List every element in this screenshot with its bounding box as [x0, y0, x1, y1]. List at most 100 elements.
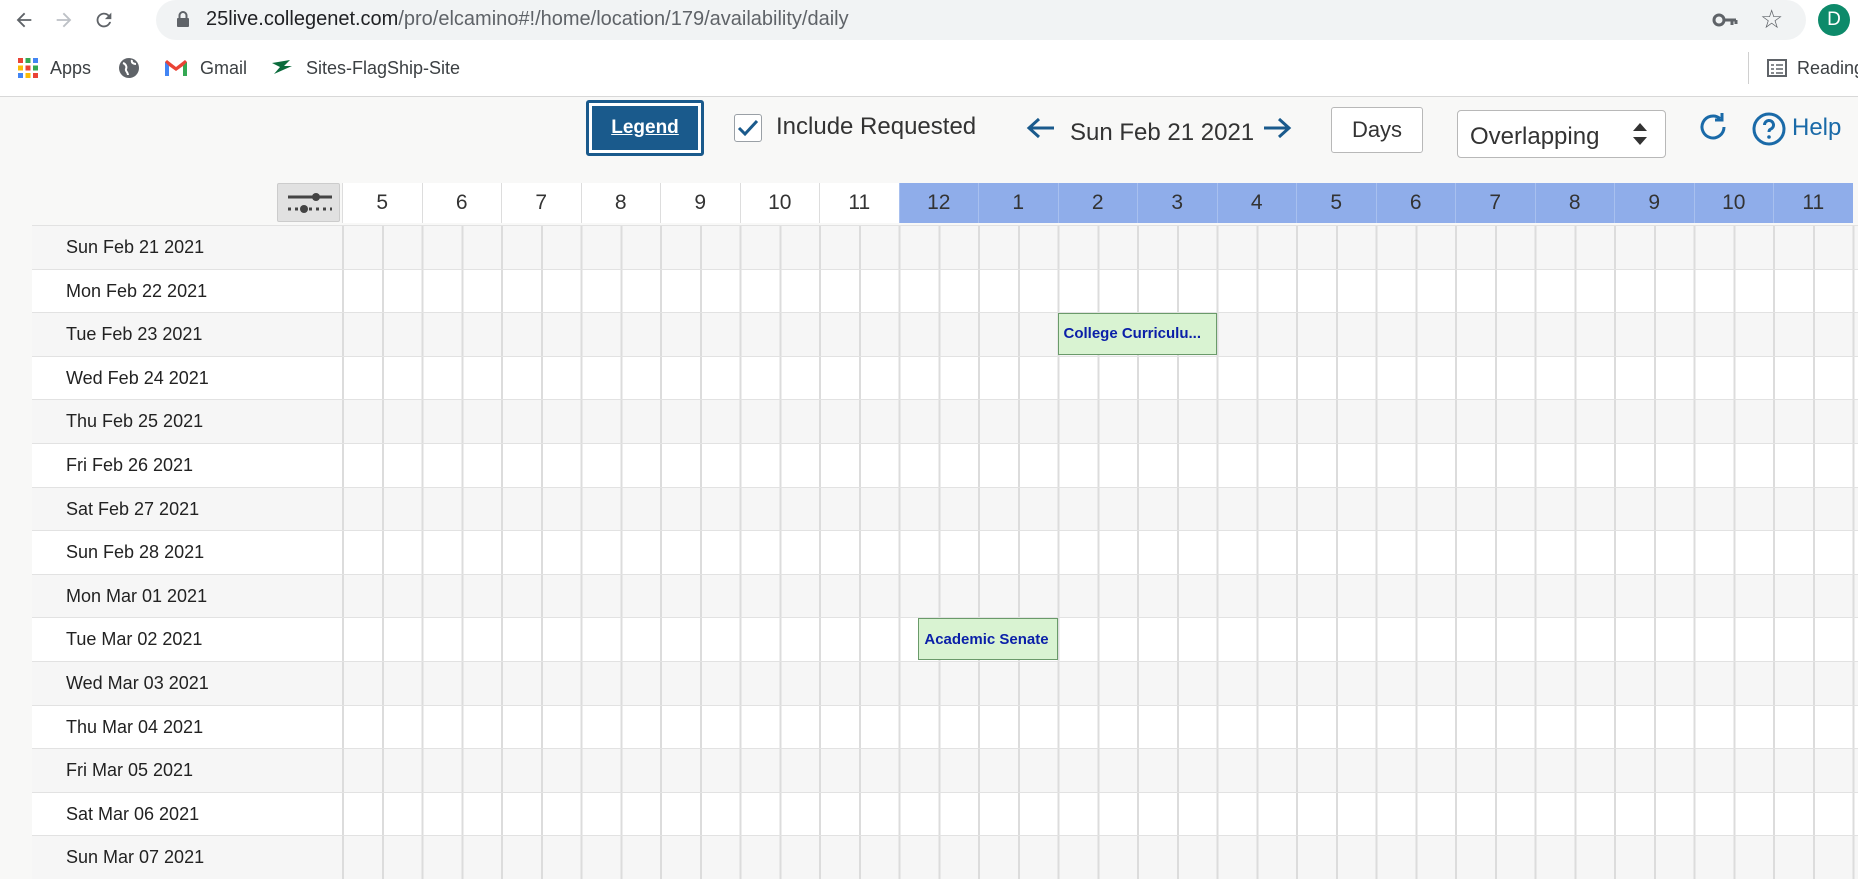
hour-header-cell: 9 [660, 183, 740, 223]
hour-header: 5 6 7 8 9 10 11 12 1 2 3 4 5 6 7 8 9 10 11 [342, 183, 1853, 223]
day-row[interactable]: Sun Feb 21 2021 [32, 225, 1858, 269]
time-slots[interactable] [342, 487, 1858, 531]
time-slots[interactable] [342, 356, 1858, 400]
hour-header-cell: 10 [739, 183, 819, 223]
day-row-label: Wed Mar 03 2021 [66, 672, 209, 693]
day-row-label: Fri Feb 26 2021 [66, 454, 194, 475]
day-row[interactable]: Wed Feb 24 2021 [32, 355, 1858, 400]
globe-icon [118, 57, 140, 79]
key-icon[interactable] [1712, 8, 1738, 37]
help-circle-icon[interactable] [1752, 112, 1786, 151]
bookmark-gmail[interactable]: Gmail [164, 56, 247, 80]
hour-header-cell: 7 [501, 183, 581, 223]
hour-header-cell: 7 [1455, 183, 1535, 223]
time-slots[interactable] [342, 531, 1858, 574]
day-row[interactable]: Fri Feb 26 2021 [32, 442, 1858, 487]
refresh-icon[interactable] [1696, 110, 1730, 149]
url-text[interactable]: 25live.collegenet.com/pro/elcamino#!/hom… [206, 8, 849, 31]
time-slots[interactable] [342, 618, 1858, 661]
time-slots[interactable] [342, 226, 1858, 269]
time-slots[interactable] [342, 836, 1858, 879]
hour-header-cell: 8 [580, 183, 660, 223]
hour-header-cell: 11 [1773, 183, 1853, 223]
prev-date-arrow-icon[interactable] [1026, 116, 1056, 145]
current-date: Sun Feb 21 2021 [1070, 119, 1255, 146]
include-requested-label[interactable]: Include Requested [776, 113, 976, 141]
next-date-arrow-icon[interactable] [1262, 116, 1292, 145]
time-slots[interactable] [342, 574, 1858, 618]
hour-header-cell: 6 [421, 183, 501, 223]
day-row-label: Sun Feb 21 2021 [66, 237, 205, 257]
day-rows: Sun Feb 21 2021 Mon Feb 22 2021 Tue Feb 23… [32, 225, 1858, 879]
day-row[interactable]: Wed Mar 03 2021 [32, 660, 1858, 705]
mode-select-value: Overlapping [1470, 123, 1600, 150]
day-row-label: Wed Feb 24 2021 [66, 367, 209, 388]
event-block[interactable]: College Curriculu... [1057, 312, 1217, 356]
sliders-icon [288, 193, 332, 213]
back-icon[interactable] [8, 4, 40, 36]
bookmark-flagship[interactable]: Sites-FlagShip-Site [270, 56, 460, 80]
day-row[interactable]: Tue Feb 23 2021 [32, 312, 1858, 356]
day-row[interactable]: Mon Mar 01 2021 [32, 573, 1858, 618]
day-row-label: Sat Feb 27 2021 [66, 498, 200, 519]
bookmark-apps[interactable]: Apps [18, 56, 91, 80]
day-row[interactable]: Thu Mar 04 2021 [32, 704, 1858, 749]
hour-header-cell: 5 [342, 183, 422, 223]
star-icon[interactable]: ☆ [1760, 6, 1783, 32]
day-row[interactable]: Sun Feb 28 2021 [32, 530, 1858, 574]
gmail-icon [164, 59, 188, 77]
reading-list-icon [1767, 58, 1787, 78]
reading-list[interactable]: Reading [1748, 52, 1858, 84]
lock-icon[interactable] [176, 10, 190, 33]
day-row[interactable]: Mon Feb 22 2021 [32, 268, 1858, 313]
hour-header-cell: 8 [1534, 183, 1614, 223]
forward-icon[interactable] [48, 4, 80, 36]
day-row-label: Sun Feb 28 2021 [66, 542, 205, 563]
event-block[interactable]: Academic Senate [918, 617, 1058, 661]
day-row-label: Mon Feb 22 2021 [66, 280, 208, 301]
hour-header-cell: 11 [819, 183, 899, 223]
bookmarks-bar: Apps Gmail Sites-FlagShip-Site Reading [0, 40, 1858, 97]
legend-button[interactable]: Legend [586, 100, 704, 156]
days-button[interactable]: Days [1331, 107, 1423, 153]
profile-avatar[interactable]: D [1818, 4, 1850, 36]
bookmark-globe[interactable] [118, 56, 152, 80]
day-row[interactable]: Sun Mar 07 2021 [32, 835, 1858, 879]
day-row-label: Thu Feb 25 2021 [66, 411, 204, 432]
flagship-logo-icon [270, 59, 294, 77]
day-row-label: Tue Mar 02 2021 [66, 629, 203, 650]
hour-header-cell: 10 [1693, 183, 1773, 223]
time-slots[interactable] [342, 749, 1858, 792]
day-row[interactable]: Fri Mar 05 2021 [32, 748, 1858, 792]
time-slots[interactable] [342, 661, 1858, 705]
filter-settings-button[interactable] [277, 183, 340, 222]
day-row[interactable]: Sat Mar 06 2021 [32, 791, 1858, 836]
hour-header-cell: 4 [1216, 183, 1296, 223]
day-row[interactable]: Thu Feb 25 2021 [32, 399, 1858, 443]
browser-toolbar: 25live.collegenet.com/pro/elcamino#!/hom… [0, 0, 1858, 40]
day-row-label: Tue Feb 23 2021 [66, 324, 203, 345]
day-row-label: Sat Mar 06 2021 [66, 803, 200, 824]
day-row-label: Mon Mar 01 2021 [66, 585, 208, 606]
hour-header-cell: 12 [898, 183, 978, 223]
checkmark-icon [737, 119, 759, 137]
day-row[interactable]: Sat Feb 27 2021 [32, 486, 1858, 531]
time-slots[interactable] [342, 443, 1858, 487]
day-row-label: Thu Mar 04 2021 [66, 716, 204, 737]
hour-header-cell: 9 [1614, 183, 1694, 223]
hour-header-cell: 5 [1296, 183, 1376, 223]
time-slots[interactable] [342, 400, 1858, 443]
time-slots[interactable] [342, 705, 1858, 749]
mode-select[interactable]: Overlapping [1457, 110, 1666, 158]
apps-grid-icon [18, 58, 38, 78]
include-requested-checkbox[interactable] [734, 114, 762, 142]
help-link[interactable]: Help [1792, 114, 1841, 142]
hour-header-cell: 3 [1137, 183, 1217, 223]
reload-icon[interactable] [88, 4, 120, 36]
hour-header-cell: 1 [978, 183, 1058, 223]
hour-header-cell: 2 [1057, 183, 1137, 223]
day-row-label: Fri Mar 05 2021 [66, 760, 194, 781]
time-slots[interactable] [342, 792, 1858, 836]
time-slots[interactable] [342, 269, 1858, 313]
day-row-label: Sun Mar 07 2021 [66, 847, 205, 868]
